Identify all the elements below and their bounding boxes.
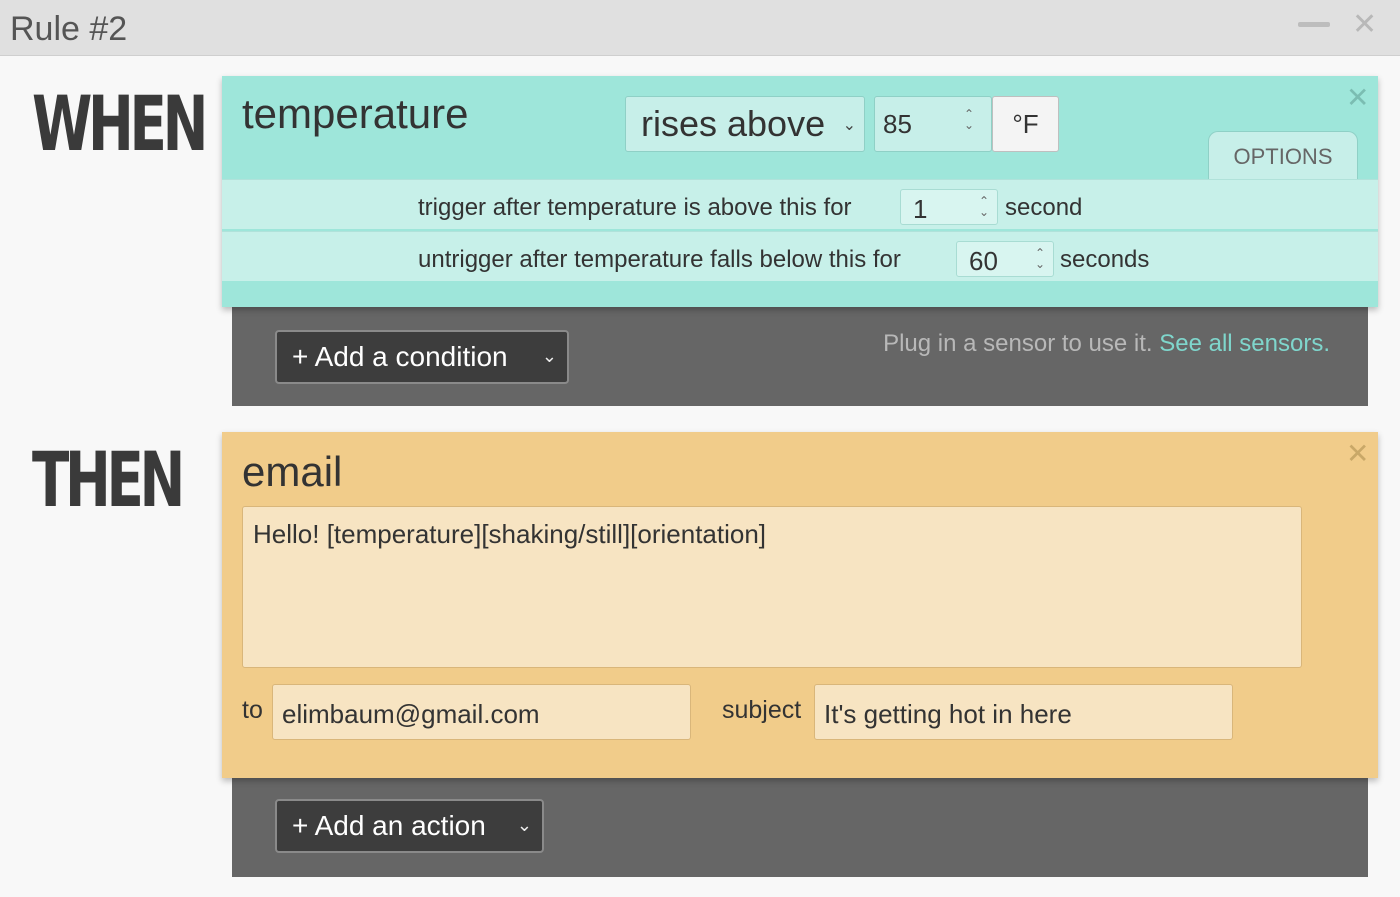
untrigger-unit: seconds xyxy=(1060,246,1150,273)
threshold-input[interactable]: 85 ⌃ ⌄ xyxy=(874,96,992,152)
condition-tray: + Add a condition ⌄ Plug in a sensor to … xyxy=(232,305,1368,406)
threshold-value: 85 xyxy=(883,109,912,139)
trigger-duration-value: 1 xyxy=(913,194,928,224)
sensor-hint: Plug in a sensor to use it. See all sens… xyxy=(883,330,1330,358)
rule-window: Rule #2 ✕ WHEN THEN + Add a condition ⌄ … xyxy=(0,0,1400,897)
minimize-icon[interactable] xyxy=(1298,22,1330,27)
subject-label: subject xyxy=(722,696,802,724)
email-action-card: email ✕ Hello! [temperature][shaking/sti… xyxy=(222,432,1378,778)
temperature-condition-card: temperature rises above ⌄ 85 ⌃ ⌄ °F OPTIO… xyxy=(222,76,1378,307)
add-condition-label: + Add a condition xyxy=(292,341,508,372)
spinner-arrows-icon[interactable]: ⌃ ⌄ xyxy=(1031,247,1049,270)
untrigger-option-row: untrigger after temperature falls below … xyxy=(222,231,1378,281)
unit-toggle-button[interactable]: °F xyxy=(992,96,1059,152)
trigger-unit: second xyxy=(1005,194,1083,221)
untrigger-prefix: untrigger after temperature falls below … xyxy=(418,246,901,273)
operator-select[interactable]: rises above ⌄ xyxy=(625,96,865,152)
when-label: WHEN xyxy=(32,79,208,168)
add-condition-button[interactable]: + Add a condition ⌄ xyxy=(275,330,569,384)
operator-value: rises above xyxy=(641,103,826,144)
window-title: Rule #2 xyxy=(10,10,128,48)
options-tab[interactable]: OPTIONS xyxy=(1208,131,1358,179)
email-body-textarea[interactable]: Hello! [temperature][shaking/still][orie… xyxy=(242,506,1302,668)
spinner-arrows-icon[interactable]: ⌃ ⌄ xyxy=(975,195,993,218)
title-bar: Rule #2 ✕ xyxy=(0,0,1400,56)
sensor-hint-text: Plug in a sensor to use it. xyxy=(883,330,1153,357)
email-to-field[interactable]: elimbaum@gmail.com xyxy=(272,684,691,740)
action-name: email xyxy=(242,448,343,495)
trigger-duration-input[interactable]: 1 ⌃ ⌄ xyxy=(900,189,998,225)
see-all-sensors-link[interactable]: See all sensors. xyxy=(1159,330,1330,357)
close-icon[interactable]: ✕ xyxy=(1346,440,1369,468)
condition-name: temperature xyxy=(242,90,469,137)
add-action-label: + Add an action xyxy=(292,810,486,841)
add-action-button[interactable]: + Add an action ⌄ xyxy=(275,799,544,853)
close-icon[interactable]: ✕ xyxy=(1346,84,1369,112)
chevron-down-icon: ⌄ xyxy=(541,346,557,366)
untrigger-duration-input[interactable]: 60 ⌃ ⌄ xyxy=(956,241,1054,277)
trigger-prefix: trigger after temperature is above this … xyxy=(418,194,852,221)
chevron-down-icon: ⌄ xyxy=(516,815,532,835)
chevron-down-icon: ⌄ xyxy=(842,117,856,134)
to-label: to xyxy=(242,696,263,724)
email-subject-field[interactable]: It's getting hot in here xyxy=(814,684,1233,740)
spinner-arrows-icon[interactable]: ⌃ ⌄ xyxy=(959,108,979,131)
untrigger-duration-value: 60 xyxy=(969,246,998,276)
action-tray: + Add an action ⌄ xyxy=(232,776,1368,877)
close-icon[interactable]: ✕ xyxy=(1352,10,1377,40)
then-label: THEN xyxy=(32,435,185,524)
trigger-option-row: trigger after temperature is above this … xyxy=(222,179,1378,229)
